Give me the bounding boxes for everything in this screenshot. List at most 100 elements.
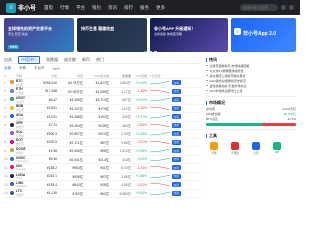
- row-coin[interactable]: USDT 泰达币: [16, 96, 34, 104]
- row-coin[interactable]: BTC 比特币: [16, 79, 34, 87]
- row-coin[interactable]: ADA 艾达币: [16, 113, 34, 121]
- table-row[interactable]: 5 ADA 艾达币 ¥13.61 ¥4,368亿 ¥192亿 320亿 +1.07% 交易: [4, 113, 202, 122]
- trade-button[interactable]: 交易: [172, 97, 181, 103]
- trade-button[interactable]: 交易: [172, 88, 181, 94]
- stat-row: BTC占比 41.2%: [206, 116, 296, 121]
- trade-button[interactable]: 交易: [172, 182, 181, 188]
- row-coin[interactable]: LUNA Terra: [16, 173, 34, 180]
- table-row[interactable]: 3 USDT 泰达币 ¥6.47 ¥4,255亿 ¥3,712亿 657亿 +0.01% 交易: [4, 96, 202, 105]
- tool-market[interactable]: 行情: [206, 142, 222, 155]
- table-row[interactable]: 9 DOGE 狗狗币 ¥1.58 ¥2,065亿 ¥96亿 1,310亿 +0.36% 交易: [4, 147, 202, 156]
- trade-button[interactable]: 交易: [172, 165, 181, 171]
- trade-button[interactable]: 交易: [172, 148, 181, 154]
- table-row[interactable]: 11 UNI Uniswap ¥158.2 ¥954亿 ¥41亿 6.03亿 -1.24% 交易: [4, 164, 202, 173]
- trade-button[interactable]: 交易: [172, 80, 181, 86]
- row-coin[interactable]: USDC USD Coin: [16, 156, 34, 163]
- logo-text: 非小号: [18, 6, 37, 12]
- nav-item-market[interactable]: 行情: [60, 5, 69, 11]
- header-price[interactable]: 价格: [34, 74, 60, 78]
- subtab-defi[interactable]: DeFi: [53, 67, 60, 71]
- row-coin[interactable]: DOGE 狗狗币: [16, 147, 34, 155]
- row-coin[interactable]: DOT 波卡币: [16, 138, 34, 146]
- trade-button[interactable]: 交易: [172, 131, 181, 137]
- row-coin[interactable]: LINK Chainlink: [16, 181, 34, 188]
- subtab-all[interactable]: 全部: [4, 66, 11, 71]
- nav-item-exchange[interactable]: 平台: [76, 5, 85, 11]
- trade-button[interactable]: 交易: [172, 105, 181, 111]
- header-coin[interactable]: 币种: [16, 74, 34, 78]
- table-row[interactable]: 1 BTC 比特币 ¥256,310 ¥4.78万亿 ¥1,827亿 1,863万 +0.42…: [4, 79, 202, 88]
- nav-item-more[interactable]: 更多: [156, 5, 165, 11]
- row-coin[interactable]: XRP 瑞波币: [16, 121, 34, 129]
- header-rank[interactable]: #: [4, 74, 10, 78]
- chart-icon: [210, 142, 218, 150]
- header-volume[interactable]: 24H成交额: [86, 74, 112, 78]
- tab-change[interactable]: 涨跌幅: [46, 57, 58, 63]
- header-market-cap[interactable]: 市值: [60, 74, 86, 78]
- trade-button[interactable]: 交易: [172, 114, 181, 120]
- table-row[interactable]: 6 XRP 瑞波币 ¥7.24 ¥3,364亿 ¥245亿 464亿 -0.83% 交易: [4, 121, 202, 130]
- user-avatar-icon[interactable]: [281, 5, 286, 10]
- table-row[interactable]: 7 SOL 索拉纳 ¥906.3 ¥2,657亿 ¥213亿 2.93亿 +3.25% 交易: [4, 130, 202, 139]
- table-row[interactable]: 10 USDC USD Coin ¥6.46 ¥2,041亿 ¥214亿 316亿 0.00%…: [4, 156, 202, 164]
- carousel-dot[interactable]: [148, 51, 152, 52]
- nav-item-home[interactable]: 首页: [44, 5, 53, 11]
- header-supply[interactable]: 流通量: [112, 74, 134, 78]
- row-market-cap: ¥2,065亿: [69, 149, 83, 154]
- banner-title: 持币生息 稳健收益: [81, 26, 115, 31]
- search-input[interactable]: [240, 4, 278, 11]
- nav-item-news[interactable]: 资讯: [108, 5, 117, 11]
- trade-button[interactable]: 交易: [172, 139, 181, 145]
- header-change[interactable]: 24H涨幅: [134, 74, 150, 78]
- tool-calendar[interactable]: 日历: [248, 142, 264, 155]
- carousel-dot[interactable]: [143, 51, 147, 52]
- nav-right: [240, 4, 294, 11]
- banner-1[interactable]: 全球领先的资产交易平台 安全 稳定 快速 HXC: [4, 18, 74, 52]
- nav-item-wallet[interactable]: 钱包: [92, 5, 101, 11]
- row-supply: 320亿: [122, 115, 131, 120]
- trade-button[interactable]: 交易: [172, 190, 181, 196]
- coin-fullname: USD Coin: [16, 159, 28, 163]
- stat-label: 总市值: [206, 106, 216, 111]
- nav-item-service[interactable]: 服务: [140, 5, 149, 11]
- banner-2[interactable]: 持币生息 稳健收益: [77, 18, 147, 52]
- news-item[interactable]: NFT市场成交额环比上涨: [206, 88, 296, 93]
- tab-favorites[interactable]: 自选: [4, 57, 12, 63]
- table-row[interactable]: 2 ETH 以太坊 ¥17,458 ¥2.05万亿 ¥1,089亿 1.17亿 -1.36% 交…: [4, 87, 202, 96]
- table-row[interactable]: 14 LTC 莱特币 ¥1,136 ¥782亿 ¥62亿 6,880万 +0.54% 交易: [4, 189, 202, 198]
- tab-hot[interactable]: 热门: [96, 57, 104, 63]
- ratio-up-segment: [206, 123, 262, 126]
- tool-api[interactable]: API: [269, 142, 285, 155]
- subtab-coins[interactable]: 币种: [19, 66, 26, 71]
- row-coin[interactable]: ETH 以太坊: [16, 87, 34, 95]
- tab-market-cap[interactable]: 市值排行: [18, 55, 40, 64]
- table-row[interactable]: 8 DOT 波卡币 ¥220.5 ¥2,171亿 ¥87亿 9.85亿 -0.57% 交易: [4, 138, 202, 147]
- language-icon[interactable]: [289, 5, 294, 10]
- table-row[interactable]: 12 LUNA Terra ¥243.1 ¥936亿 ¥57亿 3.85亿 +2.08% 交易: [4, 173, 202, 181]
- row-coin[interactable]: SOL 索拉纳: [16, 130, 34, 138]
- tab-volume[interactable]: 成交额: [64, 57, 76, 63]
- table-row[interactable]: 13 LINK Chainlink ¥183.4 ¥843亿 ¥38亿 4.60亿 -0.91…: [4, 181, 202, 190]
- banner-3[interactable]: 非小号APP 升级通知！ 全新改版 体验更流畅: [150, 18, 228, 52]
- tool-calculator[interactable]: 计算器: [227, 142, 243, 155]
- banner-4[interactable]: ≡ 非小号App 2.0: [231, 18, 296, 52]
- row-change: +1.07%: [135, 114, 147, 119]
- trade-button[interactable]: 交易: [172, 122, 181, 128]
- tab-new[interactable]: 新币: [82, 57, 90, 63]
- subtab-platform[interactable]: 平台币: [34, 66, 45, 71]
- row-coin[interactable]: BNB 币安币: [16, 104, 34, 112]
- trade-button[interactable]: 交易: [172, 173, 181, 179]
- row-volume: ¥96亿: [100, 149, 109, 154]
- row-coin[interactable]: UNI Uniswap: [16, 164, 34, 171]
- table-row[interactable]: 4 BNB 币安币 ¥2,531 ¥4,247亿 ¥173亿 1.67亿 -2.15% 交易: [4, 104, 202, 113]
- trade-button[interactable]: 交易: [172, 156, 181, 162]
- logo[interactable]: ≡ 非小号: [6, 2, 37, 13]
- nav-item-rank[interactable]: 排行: [124, 5, 133, 11]
- carousel-dot[interactable]: [153, 51, 157, 52]
- row-coin[interactable]: LTC 莱特币: [16, 189, 34, 197]
- row-action: 交易: [172, 131, 182, 137]
- sparkline-chart: [150, 191, 170, 196]
- banner-subtitle: 安全 稳定 快速: [8, 32, 28, 36]
- stats-section-title: 市场概况: [206, 99, 296, 106]
- coin-fullname: 莱特币: [16, 194, 24, 198]
